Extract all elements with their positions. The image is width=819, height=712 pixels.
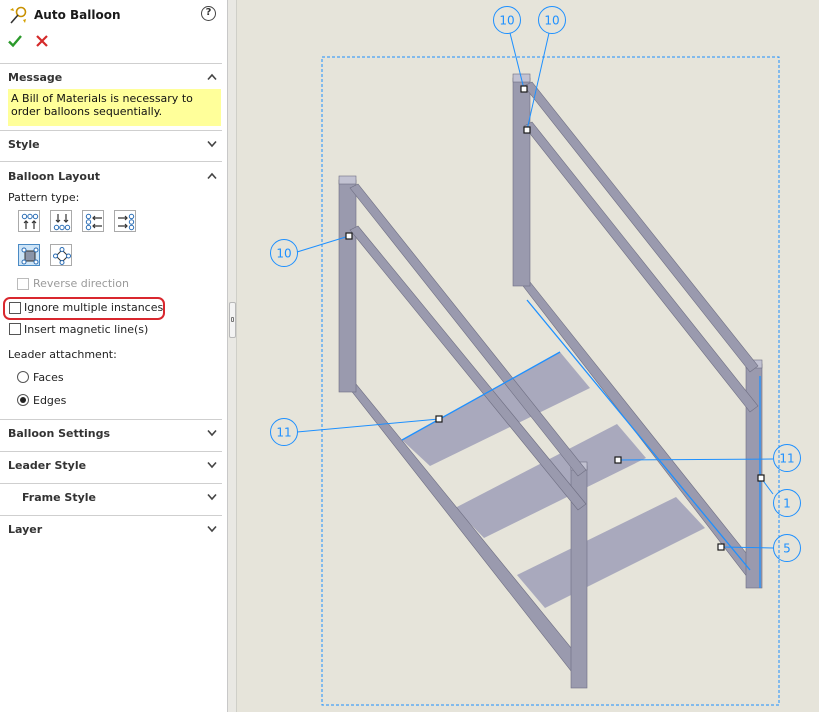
pattern-right-button[interactable] — [114, 210, 136, 232]
leader-attachment-label: Leader attachment: — [8, 348, 117, 361]
balloon-label: 1 — [783, 497, 791, 511]
pattern-circular-icon — [53, 247, 71, 265]
balloon-label: 10 — [276, 247, 291, 261]
panel-title-row: Auto Balloon ? — [8, 6, 220, 26]
layer-section-header[interactable]: Layer — [8, 521, 220, 539]
edges-radio[interactable] — [17, 394, 29, 406]
chevron-down-icon — [207, 461, 217, 469]
pattern-square-icon — [21, 247, 39, 265]
balloon[interactable]: 10 — [538, 6, 566, 34]
chevron-up-icon — [207, 73, 217, 81]
style-section-header[interactable]: Style — [8, 136, 220, 154]
frame-style-header-label: Frame Style — [22, 491, 96, 504]
divider — [0, 63, 222, 64]
pattern-left-icon — [85, 213, 102, 231]
chevron-up-icon — [207, 172, 217, 180]
attach-point[interactable] — [614, 456, 622, 464]
ignore-multiple-instances-label: Ignore multiple instances — [24, 301, 164, 314]
chevron-down-icon — [207, 525, 217, 533]
frame-style-section-header[interactable]: Frame Style — [8, 489, 220, 507]
attach-point[interactable] — [523, 126, 531, 134]
pattern-bottom-icon — [53, 214, 71, 231]
faces-radio[interactable] — [17, 371, 29, 383]
message-section-header[interactable]: Message — [8, 69, 220, 87]
pattern-type-label: Pattern type: — [8, 191, 80, 204]
pattern-top-button[interactable] — [18, 210, 40, 232]
pattern-square-button[interactable] — [18, 244, 40, 266]
balloon[interactable]: 5 — [773, 534, 801, 562]
left-back-post-top — [338, 175, 357, 185]
leader-style-section-header[interactable]: Leader Style — [8, 457, 220, 475]
balloon[interactable]: 1 — [773, 489, 801, 517]
chevron-down-icon — [207, 493, 217, 501]
layer-header-label: Layer — [8, 523, 43, 536]
balloon-label: 5 — [783, 542, 791, 556]
balloon[interactable]: 11 — [270, 418, 298, 446]
collapse-handle[interactable] — [229, 302, 236, 338]
attach-point[interactable] — [717, 543, 725, 551]
pattern-left-button[interactable] — [82, 210, 104, 232]
divider — [0, 130, 222, 131]
attach-point[interactable] — [520, 85, 528, 93]
pattern-right-icon — [118, 213, 135, 231]
reverse-direction-label: Reverse direction — [33, 277, 129, 290]
balloon-layout-header-label: Balloon Layout — [8, 170, 101, 183]
auto-balloon-icon — [10, 6, 27, 24]
balloon-settings-section-header[interactable]: Balloon Settings — [8, 425, 220, 443]
balloon[interactable]: 11 — [773, 444, 801, 472]
right-back-post[interactable] — [512, 77, 531, 287]
message-header-label: Message — [8, 71, 63, 84]
panel-splitter[interactable] — [228, 0, 237, 712]
balloon-layout-section-header[interactable]: Balloon Layout — [8, 168, 220, 186]
help-icon[interactable]: ? — [201, 6, 216, 21]
balloon[interactable]: 10 — [493, 6, 521, 34]
balloon-label: 10 — [544, 14, 559, 28]
balloon[interactable]: 10 — [270, 239, 298, 267]
ignore-multiple-instances-checkbox[interactable] — [9, 302, 21, 314]
chevron-down-icon — [207, 429, 217, 437]
divider — [0, 419, 222, 420]
message-box: A Bill of Materials is necessary to orde… — [8, 89, 221, 126]
chevron-down-icon — [207, 140, 217, 148]
property-manager-panel: Auto Balloon ? Message A Bill of Materia… — [0, 0, 228, 712]
style-header-label: Style — [8, 138, 40, 151]
pattern-bottom-button[interactable] — [50, 210, 72, 232]
message-text: A Bill of Materials is necessary to orde… — [11, 92, 193, 118]
left-back-post[interactable] — [338, 179, 357, 393]
faces-label: Faces — [33, 371, 64, 384]
cancel-x-icon[interactable] — [34, 33, 50, 49]
balloon-label: 10 — [499, 14, 514, 28]
panel-title: Auto Balloon — [34, 8, 121, 22]
divider — [0, 515, 222, 516]
edges-label: Edges — [33, 394, 67, 407]
drawing-viewport[interactable]: 10 10 10 11 11 1 5 — [238, 0, 819, 712]
attach-point[interactable] — [345, 232, 353, 240]
attach-point[interactable] — [757, 474, 765, 482]
attach-point[interactable] — [435, 415, 443, 423]
reverse-direction-checkbox[interactable] — [17, 278, 29, 290]
pattern-circular-button[interactable] — [50, 244, 72, 266]
divider — [0, 161, 222, 162]
balloon-label: 11 — [779, 452, 794, 466]
insert-magnetic-lines-checkbox[interactable] — [9, 323, 21, 335]
grip-icon — [231, 317, 234, 322]
divider — [0, 451, 222, 452]
leader-style-header-label: Leader Style — [8, 459, 87, 472]
divider — [0, 483, 222, 484]
tread-3[interactable] — [517, 497, 705, 608]
balloon-label: 11 — [276, 426, 291, 440]
insert-magnetic-lines-label: Insert magnetic line(s) — [24, 323, 149, 336]
pattern-top-icon — [21, 213, 39, 229]
ok-check-icon[interactable] — [7, 33, 23, 49]
balloon-settings-header-label: Balloon Settings — [8, 427, 111, 440]
